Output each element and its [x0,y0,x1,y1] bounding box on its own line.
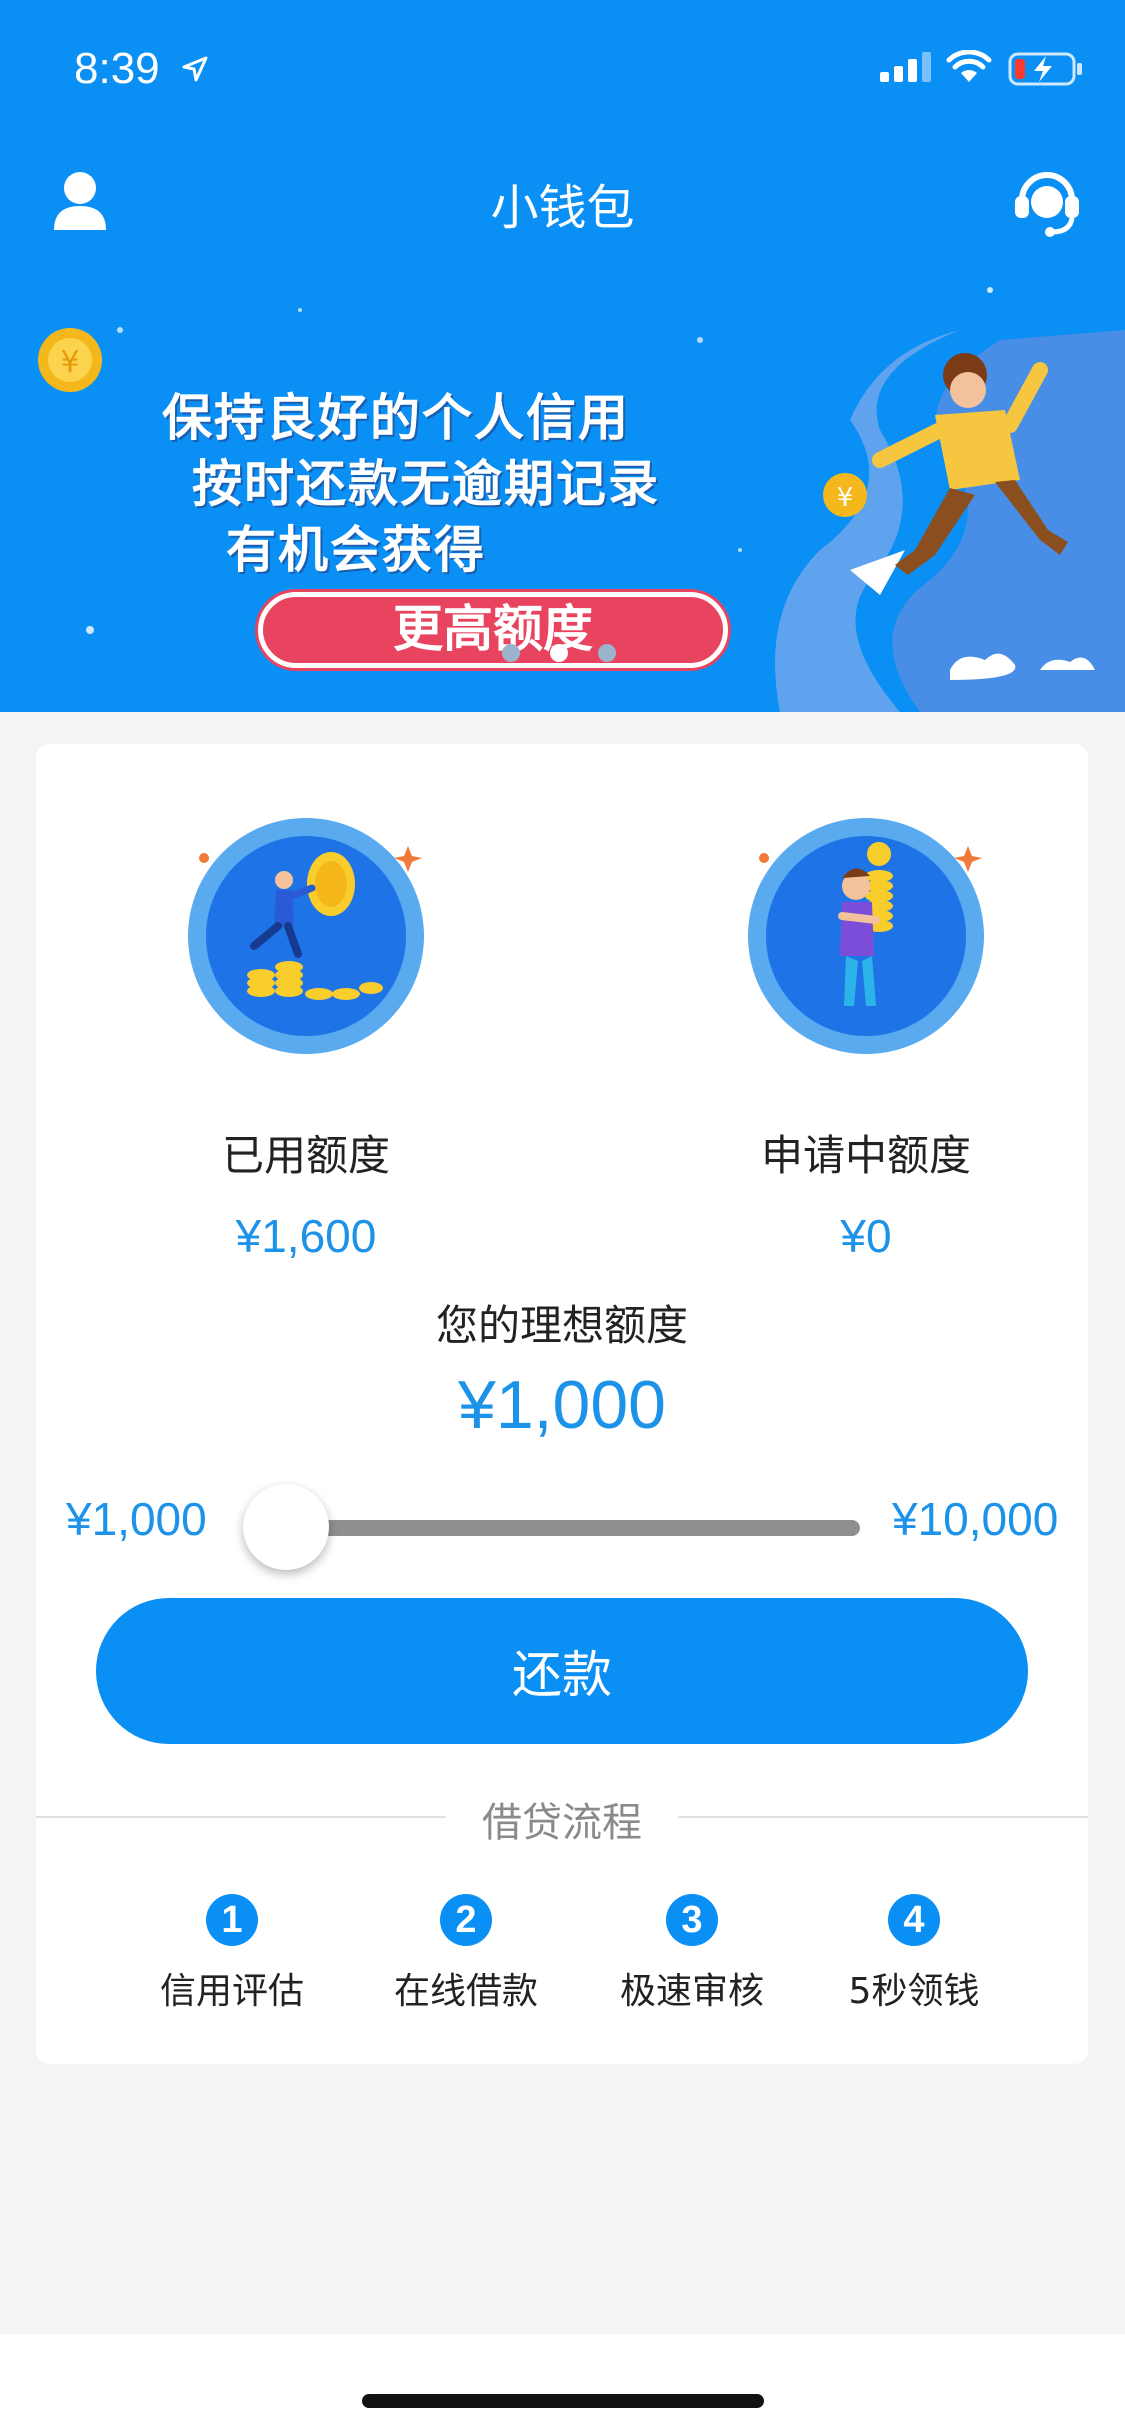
step-label: 5秒领钱 [848,1971,980,2012]
header-area: 8:39 小钱包 ¥ ¥ 保持良好的个人信用 按时还款无逾期记录 有机会获得 更… [0,0,1125,712]
promo-banner[interactable]: ¥ ¥ 保持良好的个人信用 按时还款无逾期记录 有机会获得 更高额度 [0,250,1125,712]
process-step-4: 4 5秒领钱 [804,1894,1024,2014]
step-label: 在线借款 [393,1971,538,2012]
home-indicator-area [0,2334,1125,2436]
slider-min-label: ¥1,000 [66,1493,207,1545]
banner-line-1: 保持良好的个人信用 [162,389,630,447]
svg-text:¥: ¥ [60,345,79,380]
used-credit-stat: 已用额度 ¥1,600 [86,816,526,1263]
ideal-credit-value: ¥1,000 [458,1367,666,1443]
banner-dot[interactable] [598,644,616,662]
credit-card-panel: 已用额度 ¥1,600 申请中额度 ¥0 您的理想额度 ¥1,000 ¥1,00… [36,744,1088,2064]
person-coins-illustration-icon [748,818,984,1054]
process-step-2: 2 在线借款 [356,1894,576,2014]
banner-line-3: 有机会获得 [226,521,486,579]
home-indicator[interactable] [362,2394,764,2408]
process-step-3: 3 极速审核 [582,1894,802,2014]
process-divider-right [678,1816,1088,1818]
step-number-badge: 1 [206,1894,258,1946]
customer-service-icon[interactable] [1012,164,1082,238]
wifi-icon [946,50,992,82]
process-title: 借贷流程 [482,1800,642,1846]
banner-line-2: 按时还款无逾期记录 [192,455,660,513]
step-number-badge: 2 [440,1894,492,1946]
status-bar: 8:39 [0,0,1125,135]
status-time: 8:39 [74,44,160,93]
svg-text:¥: ¥ [837,483,854,513]
step-number-badge: 3 [666,1894,718,1946]
used-credit-label: 已用额度 [221,1131,390,1180]
banner-dot[interactable] [502,644,520,662]
banner-highlight: 更高额度 [258,592,728,668]
coins-illustration-icon [188,818,424,1054]
process-step-1: 1 信用评估 [122,1894,342,2014]
credit-slider-thumb[interactable] [243,1484,329,1570]
battery-charging-icon [1008,52,1082,86]
pending-credit-label: 申请中额度 [760,1131,971,1180]
page-title: 小钱包 [490,180,635,236]
banner-dot[interactable] [550,644,568,662]
step-number-badge: 4 [888,1894,940,1946]
pending-credit-stat: 申请中额度 ¥0 [646,816,1086,1263]
slider-max-label: ¥10,000 [892,1493,1059,1545]
step-label: 极速审核 [619,1971,764,2012]
pending-credit-value: ¥0 [840,1210,892,1262]
step-label: 信用评估 [159,1971,304,2012]
repay-button[interactable]: 还款 [96,1598,1028,1744]
nav-bar: 小钱包 [0,148,1125,248]
credit-slider-track[interactable] [266,1520,860,1536]
ideal-credit-label: 您的理想额度 [435,1301,688,1350]
cellular-signal-icon [880,52,931,82]
used-credit-value: ¥1,600 [235,1210,377,1262]
location-arrow-icon [182,56,208,82]
